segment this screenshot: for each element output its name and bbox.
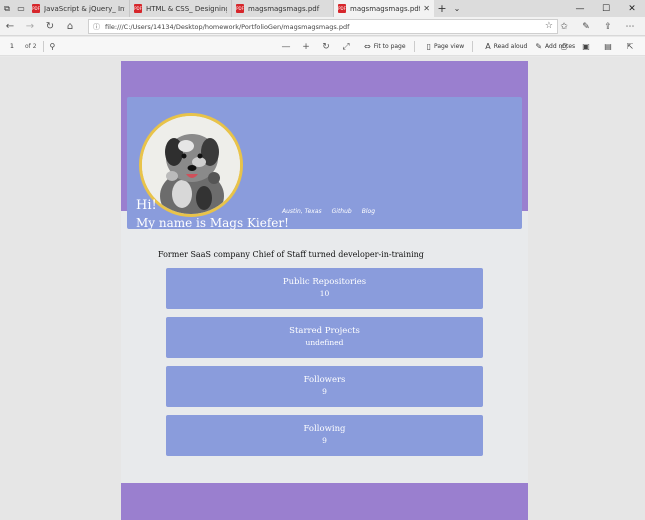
stat-card-starred-projects: Starred Projects undefined <box>166 317 483 358</box>
fit-to-page-button[interactable]: ⇔ Fit to page <box>364 42 406 51</box>
page-number-input[interactable]: 1 <box>3 40 21 53</box>
stat-value: 10 <box>319 289 330 298</box>
save-as-icon[interactable]: ▤ <box>597 42 619 51</box>
rotate-icon[interactable]: ↻ <box>316 42 336 52</box>
close-tab-icon[interactable]: ✕ <box>423 4 430 13</box>
divider <box>413 41 415 52</box>
browser-tab[interactable]: PDF magsmagsmags.pdf <box>232 0 334 17</box>
search-icon[interactable]: ⚲ <box>50 42 56 51</box>
home-icon[interactable]: ⌂ <box>60 21 80 32</box>
tab-title: magsmagsmags.pdf <box>350 4 421 13</box>
stat-value: undefined <box>305 338 344 347</box>
pdf-file-icon: PDF <box>236 4 244 13</box>
pin-toolbar-icon[interactable]: ⇱ <box>619 42 641 51</box>
info-icon[interactable]: ⓘ <box>93 22 100 32</box>
fullscreen-icon[interactable]: ⤢ <box>336 42 356 52</box>
chevron-down-icon[interactable]: ⌄ <box>450 4 464 13</box>
tab-title: magsmagsmags.pdf <box>248 4 320 13</box>
pdf-file-icon: PDF <box>32 4 40 13</box>
stat-value: 9 <box>322 387 327 396</box>
read-aloud-icon: A <box>485 42 491 51</box>
favorite-star-icon[interactable]: ☆ <box>545 21 553 31</box>
tab-title: HTML & CSS_ Designing an <box>146 4 227 13</box>
stat-card-public-repositories: Public Repositories 10 <box>166 268 483 309</box>
url-text: file:///C:/Users/14134/Desktop/homework/… <box>105 22 350 31</box>
add-notes-icon: ✎ <box>535 42 543 51</box>
divider <box>42 40 44 52</box>
pdf-right-tools: ⎙ ▣ ▤ ⇱ <box>553 37 641 56</box>
bio-text: Former SaaS company Chief of Staff turne… <box>158 250 424 259</box>
minimize-icon[interactable]: — <box>567 0 593 17</box>
stat-value: 9 <box>322 436 327 445</box>
divider <box>472 41 474 52</box>
forward-icon[interactable]: → <box>20 21 40 32</box>
share-icon[interactable]: ⇪ <box>597 22 619 32</box>
pdf-toolbar: 1 of 2 ⚲ — + ↻ ⤢ ⇔ Fit to page ▯ Page vi… <box>0 37 645 56</box>
profile-links: Austin, Texas Github Blog <box>282 208 375 215</box>
zoom-in-icon[interactable]: + <box>296 42 316 52</box>
pdf-page: Hi! My name is Mags Kiefer! Austin, Texa… <box>121 61 528 520</box>
greeting: Hi! <box>136 198 157 213</box>
blog-link[interactable]: Blog <box>362 208 375 215</box>
zoom-out-icon[interactable]: — <box>276 42 296 52</box>
stat-label: Following <box>303 424 346 434</box>
stat-card-followers: Followers 9 <box>166 366 483 407</box>
github-link[interactable]: Github <box>332 208 352 215</box>
page-count: of 2 <box>25 42 37 50</box>
pdf-file-icon: PDF <box>134 4 142 13</box>
set-aside-tabs-icon[interactable]: ▭ <box>14 0 28 17</box>
maximize-icon[interactable]: ☐ <box>593 0 619 17</box>
stat-label: Public Repositories <box>282 277 367 287</box>
read-aloud-button[interactable]: A Read aloud <box>485 42 527 51</box>
navigation-bar: ← → ↻ ⌂ ⓘ file:///C:/Users/14134/Desktop… <box>0 17 645 36</box>
browser-tab[interactable]: PDF HTML & CSS_ Designing an <box>130 0 232 17</box>
pen-icon[interactable]: ✎ <box>575 22 597 32</box>
tab-bar: ⧉ ▭ PDF JavaScript & jQuery_ Interac PDF… <box>0 0 645 17</box>
address-bar[interactable]: ⓘ file:///C:/Users/14134/Desktop/homewor… <box>88 19 558 34</box>
close-window-icon[interactable]: ✕ <box>619 0 645 17</box>
browser-tab-active[interactable]: PDF magsmagsmags.pdf ✕ <box>334 0 434 17</box>
tab-actions-icon[interactable]: ⧉ <box>0 0 14 17</box>
print-icon[interactable]: ⎙ <box>553 42 575 52</box>
profile-name: My name is Mags Kiefer! <box>136 216 289 230</box>
fit-to-page-label: Fit to page <box>373 43 406 50</box>
stat-label: Starred Projects <box>289 326 360 336</box>
read-aloud-label: Read aloud <box>493 43 528 50</box>
refresh-icon[interactable]: ↻ <box>40 21 60 32</box>
location-link[interactable]: Austin, Texas <box>282 208 322 215</box>
more-icon[interactable]: ⋯ <box>619 22 641 32</box>
stat-label: Followers <box>303 375 346 385</box>
window-controls: — ☐ ✕ <box>567 0 645 17</box>
page-view-icon: ▯ <box>426 42 431 51</box>
back-icon[interactable]: ← <box>0 21 20 32</box>
new-tab-icon[interactable]: + <box>434 2 450 15</box>
browser-tab[interactable]: PDF JavaScript & jQuery_ Interac <box>28 0 130 17</box>
favorites-icon[interactable]: ✩ <box>553 22 575 32</box>
browser-actions: ✩ ✎ ⇪ ⋯ <box>553 17 641 36</box>
page-view-label: Page view <box>433 43 465 50</box>
save-icon[interactable]: ▣ <box>575 42 597 51</box>
pdf-file-icon: PDF <box>338 4 346 13</box>
fit-to-page-icon: ⇔ <box>364 42 371 51</box>
pdf-tools: — + ↻ ⤢ ⇔ Fit to page ▯ Page view A Read… <box>276 37 575 56</box>
tab-title: JavaScript & jQuery_ Interac <box>44 4 125 13</box>
page-bottom-band <box>121 483 528 520</box>
page-view-button[interactable]: ▯ Page view <box>427 42 465 51</box>
stat-card-following: Following 9 <box>166 415 483 456</box>
